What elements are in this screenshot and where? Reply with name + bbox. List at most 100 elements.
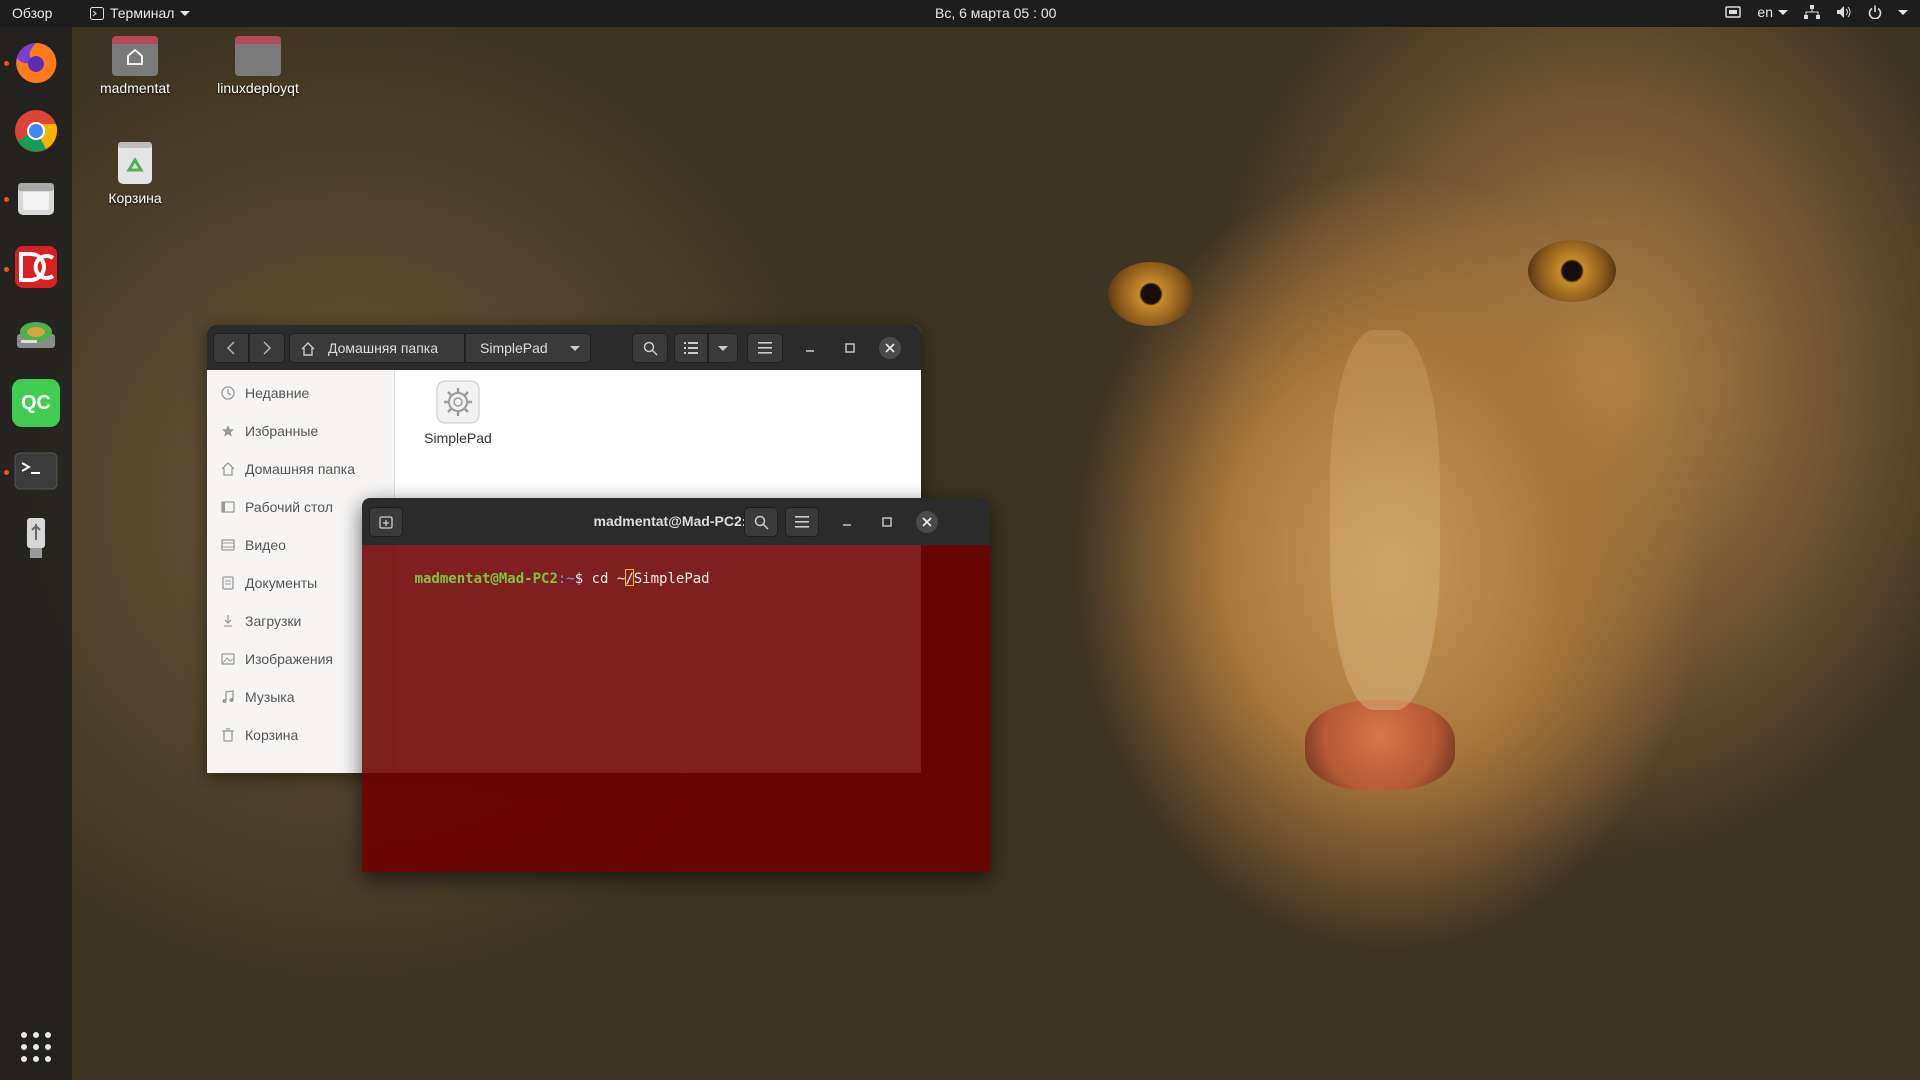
clock[interactable]: Вс, 6 марта 05 : 00 bbox=[935, 5, 1056, 21]
qtcreator-label: QC bbox=[21, 391, 51, 414]
sidebar-item-recent[interactable]: Недавние bbox=[221, 383, 309, 403]
desktop-icon-label: linuxdeployqt bbox=[217, 80, 299, 96]
maximize-icon bbox=[882, 517, 892, 527]
keyboard-layout[interactable]: en bbox=[1757, 4, 1788, 20]
desktop-icon-label: madmentat bbox=[99, 80, 171, 96]
hamburger-icon bbox=[795, 516, 809, 528]
minimize-icon bbox=[843, 524, 851, 526]
forward-button[interactable] bbox=[249, 333, 285, 363]
sidebar-item-videos[interactable]: Видео bbox=[221, 535, 286, 555]
prompt-user: madmentat@Mad-PC2 bbox=[414, 571, 558, 587]
running-indicator bbox=[4, 197, 9, 202]
chevron-down-icon bbox=[569, 345, 580, 351]
view-options-button[interactable] bbox=[708, 333, 738, 363]
sidebar-item-trash[interactable]: Корзина bbox=[221, 725, 298, 745]
home-icon bbox=[301, 341, 315, 356]
minimize-button[interactable] bbox=[836, 511, 858, 533]
sidebar-item-label: Видео bbox=[245, 537, 286, 553]
trash-icon bbox=[222, 728, 234, 742]
activities-button[interactable]: Обзор bbox=[12, 5, 52, 21]
menu-button[interactable] bbox=[785, 507, 819, 537]
desktop-icon-linuxdeployqt[interactable]: linuxdeployqt bbox=[206, 36, 310, 96]
path-home-button[interactable]: Домашняя папка bbox=[289, 333, 465, 363]
usb-icon[interactable] bbox=[12, 515, 60, 563]
command-text-before: cd ~ bbox=[591, 571, 626, 587]
sidebar-item-pictures[interactable]: Изображения bbox=[221, 649, 333, 669]
app-menu[interactable]: Терминал bbox=[90, 5, 191, 21]
trash-icon bbox=[118, 142, 152, 184]
file-item[interactable]: SimplePad bbox=[419, 380, 497, 448]
files-icon[interactable] bbox=[12, 175, 60, 223]
sidebar-item-documents[interactable]: Документы bbox=[221, 573, 317, 593]
desktop-icon bbox=[221, 501, 235, 513]
app-grid-icon[interactable] bbox=[12, 1023, 60, 1071]
app-menu-label: Терминал bbox=[110, 5, 175, 21]
desktop-icon-home[interactable]: madmentat bbox=[88, 36, 182, 96]
list-view-icon bbox=[684, 342, 698, 354]
desktop-icon-label: Корзина bbox=[108, 190, 162, 206]
network-icon[interactable] bbox=[1804, 5, 1820, 19]
desktop-icon-trash[interactable]: Корзина bbox=[88, 140, 182, 206]
sidebar-item-label: Документы bbox=[245, 575, 318, 591]
keyboard-layout-label: en bbox=[1757, 4, 1773, 20]
sidebar-item-label: Изображения bbox=[245, 651, 333, 667]
sidebar-item-starred[interactable]: Избранные bbox=[221, 421, 318, 441]
firefox-icon[interactable] bbox=[12, 39, 60, 87]
running-indicator bbox=[4, 470, 9, 475]
gear-file-icon bbox=[436, 380, 480, 424]
running-indicator bbox=[4, 267, 9, 272]
sidebar-item-home[interactable]: Домашняя папка bbox=[221, 459, 355, 479]
disk-icon[interactable] bbox=[12, 311, 60, 359]
chevron-down-icon[interactable] bbox=[1898, 9, 1908, 15]
sidebar-item-label: Корзина bbox=[245, 727, 299, 743]
star-icon bbox=[222, 425, 234, 437]
hamburger-icon bbox=[758, 342, 772, 354]
search-button[interactable] bbox=[632, 333, 668, 363]
close-icon bbox=[885, 343, 895, 353]
minimize-button[interactable] bbox=[799, 337, 821, 359]
maximize-button[interactable] bbox=[839, 337, 861, 359]
qtcreator-icon[interactable]: QC bbox=[12, 379, 60, 427]
doublecmd-icon[interactable] bbox=[12, 243, 60, 291]
sidebar-item-music[interactable]: Музыка bbox=[221, 687, 295, 707]
running-indicator bbox=[4, 61, 9, 66]
maximize-button[interactable] bbox=[876, 511, 898, 533]
close-button[interactable] bbox=[916, 511, 938, 533]
home-icon bbox=[221, 462, 235, 476]
wallpaper-lion-nose bbox=[1305, 700, 1455, 790]
sidebar-item-label: Домашняя папка bbox=[245, 461, 356, 477]
chevron-down-icon bbox=[180, 10, 191, 16]
terminal-icon[interactable] bbox=[12, 447, 60, 495]
folder-icon bbox=[235, 36, 281, 76]
view-list-button[interactable] bbox=[674, 333, 708, 363]
sidebar-item-downloads[interactable]: Загрузки bbox=[221, 611, 301, 631]
file-manager-headerbar: Домашняя папка SimplePad bbox=[207, 325, 921, 370]
music-icon bbox=[222, 690, 234, 703]
download-icon bbox=[224, 615, 232, 627]
path-current-button[interactable]: SimplePad bbox=[465, 333, 591, 363]
search-button[interactable] bbox=[744, 507, 778, 537]
document-icon bbox=[222, 576, 234, 590]
wallpaper-lion-eye-right bbox=[1528, 240, 1616, 302]
close-button[interactable] bbox=[879, 337, 901, 359]
home-folder-icon bbox=[112, 36, 158, 76]
chevron-right-icon bbox=[263, 341, 271, 355]
chevron-down-icon bbox=[718, 345, 728, 351]
chrome-icon[interactable] bbox=[12, 107, 60, 155]
system-tray: en bbox=[1725, 4, 1908, 20]
power-icon[interactable] bbox=[1868, 5, 1882, 19]
path-current-label: SimplePad bbox=[480, 340, 548, 356]
sidebar-item-label: Избранные bbox=[245, 423, 319, 439]
close-icon bbox=[922, 517, 932, 527]
chevron-down-icon bbox=[1778, 9, 1788, 15]
screen-icon[interactable] bbox=[1725, 6, 1742, 18]
terminal-headerbar: madmentat@Mad-PC2: ~ bbox=[362, 498, 990, 545]
terminal-output[interactable]: madmentat@Mad-PC2:~$ cd ~/SimplePad bbox=[362, 545, 990, 872]
search-icon bbox=[643, 341, 658, 356]
sidebar-item-label: Загрузки bbox=[245, 613, 302, 629]
menu-button[interactable] bbox=[747, 333, 783, 363]
volume-icon[interactable] bbox=[1836, 5, 1852, 19]
command-text-after: SimplePad bbox=[633, 571, 710, 587]
sidebar-item-desktop[interactable]: Рабочий стол bbox=[221, 497, 333, 517]
back-button[interactable] bbox=[213, 333, 249, 363]
